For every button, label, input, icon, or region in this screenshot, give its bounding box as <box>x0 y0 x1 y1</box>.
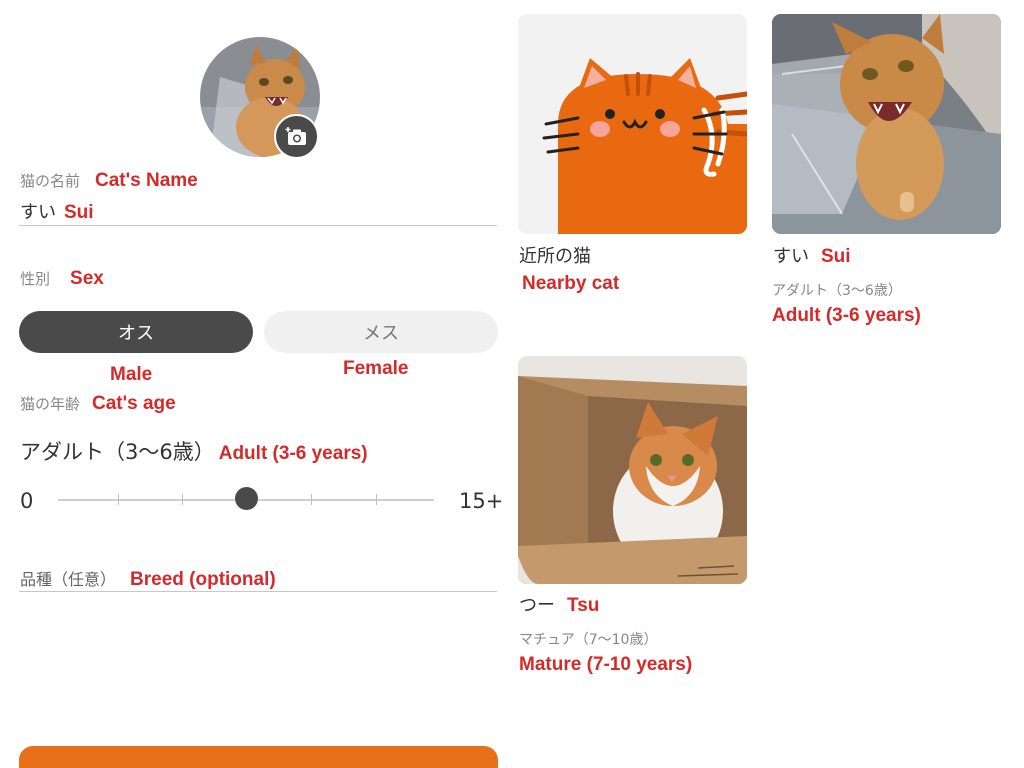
age-slider-tick <box>311 494 312 505</box>
name-value-annotation: Sui <box>64 202 94 223</box>
name-label-row: 猫の名前 Cat's Name <box>20 170 198 192</box>
male-annotation: Male <box>110 364 153 385</box>
sex-option-female-button[interactable]: メス <box>264 311 498 353</box>
cat-card-tsu-title-annotation: Tsu <box>567 595 600 616</box>
add-photo-button[interactable] <box>274 114 319 159</box>
cartoon-cat-illustration <box>518 14 747 234</box>
cat-card-nearby-title: 近所の猫 <box>519 246 591 267</box>
sex-label-row: 性別 Sex <box>20 268 104 290</box>
age-slider-thumb[interactable] <box>235 487 258 510</box>
cat-card-tsu-title-row: つー Tsu <box>519 591 599 617</box>
breed-label-row: 品種（任意） Breed (optional) <box>20 566 276 591</box>
sex-option-male-label: オス <box>118 323 154 344</box>
cat-card-sui-title-annotation: Sui <box>821 246 851 267</box>
name-value-row: すい Sui <box>20 198 94 224</box>
cat-card-nearby-title-annotation: Nearby cat <box>522 273 620 294</box>
cat-card-nearby-image[interactable] <box>518 14 747 234</box>
cat-card-tsu-image[interactable] <box>518 356 747 584</box>
age-slider-min-label: 0 <box>20 489 34 513</box>
age-label: 猫の年齢 <box>20 395 81 413</box>
cat-card-tsu-title: つー <box>519 595 555 616</box>
submit-button[interactable] <box>19 746 498 768</box>
age-slider-tick <box>182 494 183 505</box>
cat-photo-image <box>772 14 1001 234</box>
cat-card-sui-title: すい <box>773 246 809 267</box>
name-value: すい <box>20 202 56 223</box>
age-label-annotation: Cat's age <box>92 393 176 414</box>
cat-card-sui-subtitle: アダルト（3〜6歳） <box>772 283 902 299</box>
cat-card-tsu-subtitle-annotation: Mature (7-10 years) <box>519 654 693 675</box>
name-label: 猫の名前 <box>20 172 81 190</box>
cat-card-sui-title-row: すい Sui <box>773 242 851 268</box>
name-input-underline <box>19 225 497 226</box>
age-value-row: アダルト（3〜6歳） Adult (3-6 years) <box>20 436 368 466</box>
breed-label-annotation: Breed (optional) <box>130 569 276 590</box>
cat-card-sui-image[interactable] <box>772 14 1001 234</box>
breed-label: 品種（任意） <box>20 570 117 589</box>
age-slider-max-label: 15+ <box>459 489 504 513</box>
age-label-row: 猫の年齢 Cat's age <box>20 393 176 415</box>
female-annotation: Female <box>343 358 409 379</box>
sex-label: 性別 <box>20 270 51 288</box>
breed-input-underline <box>19 591 497 592</box>
age-slider-tick <box>376 494 377 505</box>
cat-card-tsu-subtitle: マチュア（7〜10歳） <box>519 632 658 648</box>
age-slider-tick <box>118 494 119 505</box>
cat-photo-image <box>518 356 747 584</box>
cat-card-sui-subtitle-annotation: Adult (3-6 years) <box>772 305 921 326</box>
camera-plus-icon <box>285 126 306 145</box>
age-value-annotation: Adult (3-6 years) <box>218 443 368 464</box>
name-label-annotation: Cat's Name <box>95 170 198 191</box>
sex-option-female-label: メス <box>363 323 399 344</box>
sex-label-annotation: Sex <box>70 268 104 289</box>
sex-option-male-button[interactable]: オス <box>19 311 253 353</box>
age-value: アダルト（3〜6歳） <box>20 440 215 464</box>
